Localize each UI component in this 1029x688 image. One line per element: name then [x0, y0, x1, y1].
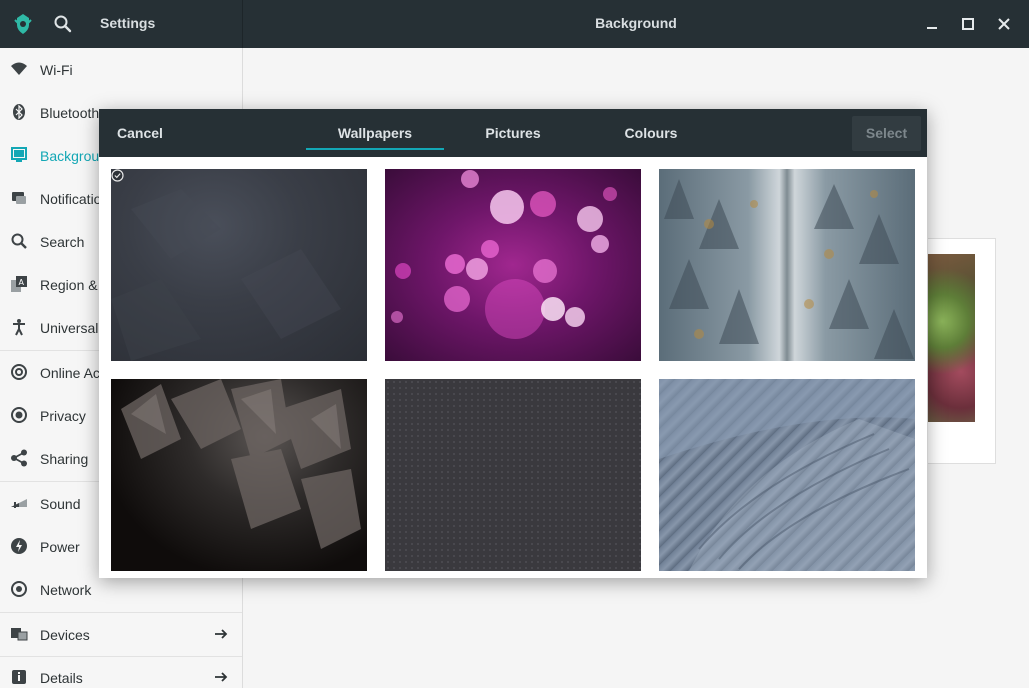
sidebar-item-label: Details: [40, 670, 83, 686]
notifications-icon: [12, 192, 26, 204]
svg-text:A: A: [19, 278, 25, 287]
wallpaper-thumbnail-dark-dots[interactable]: [385, 379, 641, 571]
dialog-header: Cancel Wallpapers Pictures Colours Selec…: [99, 109, 927, 157]
sidebar-item-label: Search: [40, 234, 85, 250]
wifi-icon: [11, 62, 27, 75]
devices-icon: [11, 628, 28, 641]
online-accounts-icon: [11, 364, 27, 380]
region-icon: A: [11, 276, 27, 292]
bokeh-overlay: [391, 170, 617, 339]
tab-selected-indicator: [306, 148, 444, 150]
cancel-button[interactable]: Cancel: [117, 125, 163, 141]
wallpaper-chooser-dialog: Cancel Wallpapers Pictures Colours Selec…: [99, 109, 927, 578]
sound-icon: [11, 499, 27, 508]
headerbar-left-pane: Settings: [0, 0, 243, 48]
wallpaper-thumbnail-blue-knit[interactable]: [659, 379, 915, 571]
privacy-icon: [11, 407, 27, 423]
app-title: Settings: [100, 15, 156, 31]
power-icon: [11, 538, 27, 554]
sharing-icon: [11, 449, 27, 467]
sidebar-item-label: Privacy: [40, 408, 86, 424]
sidebar-item-label: Wi-Fi: [40, 62, 73, 78]
forest-overlay: [664, 179, 914, 359]
bluetooth-icon: [13, 104, 25, 120]
sidebar-item-label: Network: [40, 582, 92, 598]
universal-access-icon: [13, 319, 25, 336]
knit-overlay: [659, 379, 915, 571]
details-icon: [12, 670, 26, 684]
search-icon[interactable]: [52, 13, 74, 35]
maximize-icon[interactable]: [958, 14, 978, 34]
wallpaper-thumbnail-dark-grey[interactable]: [111, 169, 367, 361]
sidebar-item-label: Sound: [40, 496, 81, 512]
wallpaper-thumbnail-forest-road[interactable]: [659, 169, 915, 361]
leaves-overlay: [121, 379, 361, 549]
sidebar-item-devices[interactable]: Devices: [0, 613, 242, 656]
network-icon: [11, 581, 27, 597]
search-icon: [11, 233, 27, 249]
tab-pictures[interactable]: Pictures: [444, 125, 582, 141]
sidebar-item-wifi[interactable]: Wi-Fi: [0, 48, 242, 91]
minimize-icon[interactable]: [922, 14, 942, 34]
page-title: Background: [595, 15, 677, 31]
sidebar-item-details[interactable]: Details: [0, 656, 242, 688]
arrow-right-icon: [215, 629, 228, 639]
tab-wallpapers[interactable]: Wallpapers: [306, 125, 444, 141]
wallpaper-thumbnail-dark-leaves[interactable]: [111, 379, 367, 571]
sidebar-item-label: Sharing: [40, 451, 89, 467]
tab-colours[interactable]: Colours: [582, 125, 720, 141]
close-icon[interactable]: [994, 14, 1014, 34]
wallpaper-thumbnail-pink-bokeh[interactable]: [385, 169, 641, 361]
app-logo-icon: [14, 14, 32, 34]
lock-screen-preview-image[interactable]: [928, 254, 975, 422]
sidebar-item-label: Devices: [40, 627, 90, 643]
background-icon: [11, 147, 27, 162]
select-button[interactable]: Select: [852, 116, 921, 151]
sidebar-item-label: Bluetooth: [40, 105, 100, 121]
current-wallpaper-check-icon: [111, 169, 124, 182]
sidebar-item-label: Power: [40, 539, 80, 555]
headerbar: Settings Background: [0, 0, 1029, 48]
arrow-right-icon: [215, 672, 228, 682]
texture-overlay: [111, 189, 341, 361]
